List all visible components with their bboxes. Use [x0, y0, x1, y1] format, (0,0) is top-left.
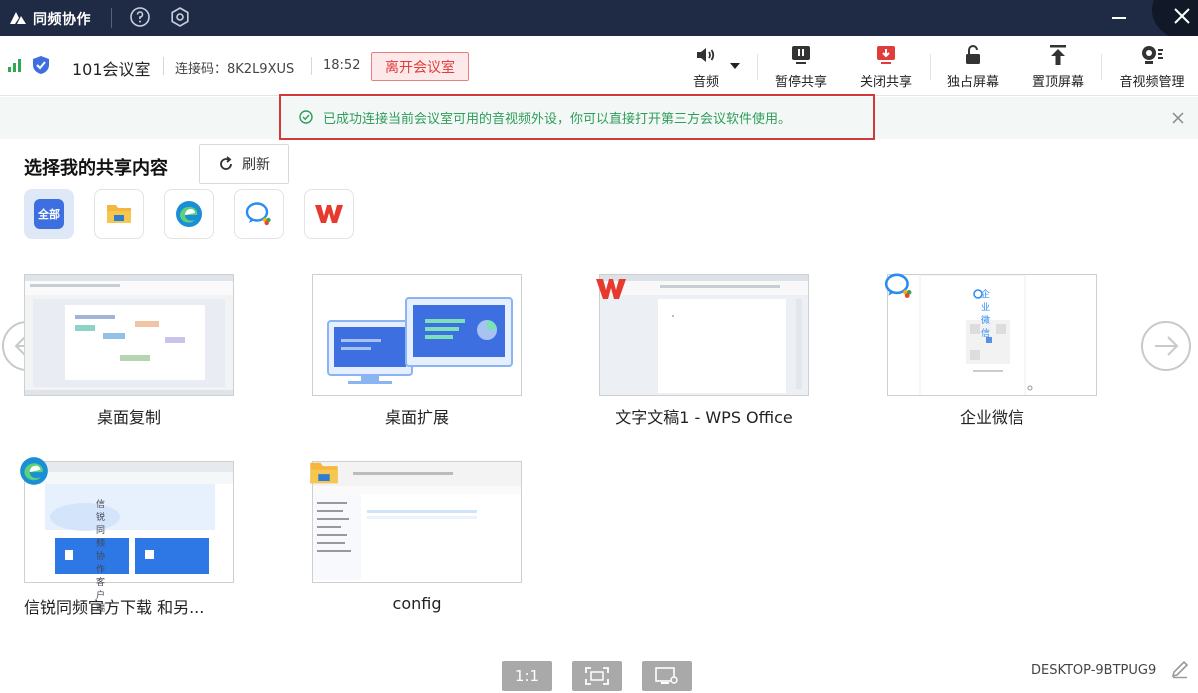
app-logo-icon — [10, 12, 26, 24]
check-circle-icon — [299, 110, 313, 124]
speaker-icon — [697, 48, 715, 62]
wps-icon — [596, 279, 626, 299]
stop-share-label: 关闭共享 — [859, 75, 912, 90]
stop-share-icon — [877, 46, 895, 64]
filter-file-explorer[interactable] — [94, 189, 144, 239]
pause-share-icon — [792, 46, 810, 64]
desktop-thumbnail — [25, 275, 233, 395]
screen-settings-button[interactable] — [642, 661, 692, 691]
divider — [111, 8, 112, 28]
shield-icon — [33, 56, 49, 74]
file-explorer-icon — [310, 462, 338, 484]
explorer-window-thumbnail — [313, 462, 521, 582]
card-caption: 信锐同频官方下载 和另... — [24, 598, 205, 617]
card-thumbnail — [887, 274, 1097, 396]
all-icon: 全部 — [34, 199, 64, 229]
close-icon[interactable] — [1171, 111, 1185, 125]
pin-top-button[interactable]: 置顶屏幕 — [1025, 43, 1091, 91]
audio-label: 音频 — [692, 75, 719, 90]
filter-wecom[interactable] — [234, 189, 284, 239]
chevron-down-icon[interactable] — [730, 63, 740, 69]
pause-share-label: 暂停共享 — [774, 75, 827, 90]
wecom-icon — [245, 202, 271, 226]
av-manage-icon — [1142, 46, 1163, 64]
wps-window-thumbnail — [600, 275, 808, 395]
divider — [757, 54, 758, 80]
close-icon[interactable] — [1170, 4, 1194, 28]
edit-icon[interactable] — [1170, 659, 1190, 679]
wecom-window-thumbnail — [888, 275, 1096, 395]
pin-top-label: 置顶屏幕 — [1031, 75, 1084, 90]
wecom-icon — [884, 273, 912, 298]
edge-icon — [176, 201, 202, 227]
card-thumbnail — [312, 461, 522, 583]
filter-all[interactable]: 全部 — [24, 189, 74, 239]
wecom-logo-text: 企业微信 — [981, 290, 991, 339]
next-page-button[interactable] — [1141, 321, 1191, 371]
stop-share-button[interactable]: 关闭共享 — [853, 43, 919, 91]
edge-icon — [20, 457, 48, 485]
screen-settings-icon — [655, 667, 678, 684]
pause-share-button[interactable]: 暂停共享 — [768, 43, 834, 91]
av-manage-label: 音视频管理 — [1119, 75, 1185, 90]
card-thumbnail — [312, 274, 522, 396]
host-name: DESKTOP-9BTPUG9 — [1031, 663, 1157, 678]
pin-top-icon — [1050, 45, 1066, 65]
notice-message: 已成功连接当前会议室可用的音视频外设，你可以直接打开第三方会议软件使用。 — [279, 94, 875, 140]
card-caption: 桌面复制 — [96, 408, 161, 427]
app-title: 同频协作 — [33, 12, 91, 28]
exclusive-screen-button[interactable]: 独占屏幕 — [940, 43, 1006, 91]
card-thumbnail — [24, 461, 234, 583]
notice-text: 已成功连接当前会议室可用的音视频外设，你可以直接打开第三方会议软件使用。 — [323, 111, 792, 127]
settings-icon[interactable] — [169, 6, 191, 28]
refresh-button[interactable]: 刷新 — [199, 144, 289, 184]
card-caption: 桌面扩展 — [384, 408, 449, 427]
arrow-right-icon — [1155, 336, 1179, 356]
av-manage-button[interactable]: 音视频管理 — [1112, 43, 1192, 91]
section-title: 选择我的共享内容 — [24, 158, 168, 179]
meeting-time: 18:52 — [323, 58, 361, 73]
room-name: 101会议室 — [72, 60, 151, 79]
exclusive-screen-label: 独占屏幕 — [946, 75, 999, 90]
actual-size-button[interactable]: 1:1 — [502, 661, 552, 691]
divider — [930, 54, 931, 80]
edge-window-thumbnail — [25, 462, 233, 582]
filter-wps[interactable] — [304, 189, 354, 239]
refresh-label: 刷新 — [242, 157, 270, 173]
meeting-toolbar: 101会议室 连接码：8K2L9XUS 18:52 离开会议室 音频 暂停共享 … — [0, 36, 1198, 96]
file-explorer-icon — [107, 205, 131, 223]
audio-button[interactable]: 音频 — [688, 43, 724, 91]
lock-icon — [966, 45, 980, 64]
leave-room-button[interactable]: 离开会议室 — [371, 52, 469, 81]
filter-edge[interactable] — [164, 189, 214, 239]
refresh-icon — [220, 156, 232, 170]
signal-icon — [8, 59, 21, 72]
card-caption: 文字文稿1 - WPS Office — [615, 408, 793, 427]
wps-icon — [315, 205, 343, 223]
card-caption: config — [392, 594, 442, 613]
help-icon[interactable] — [129, 6, 151, 28]
extend-desktop-icon — [313, 275, 521, 395]
minimize-button[interactable] — [1112, 17, 1126, 19]
title-bar: 同频协作 — [0, 0, 1198, 40]
fit-screen-button[interactable] — [572, 661, 622, 691]
divider — [163, 57, 164, 75]
divider — [1101, 54, 1102, 80]
card-thumbnail — [599, 274, 809, 396]
card-thumbnail — [24, 274, 234, 396]
connection-code: 连接码：8K2L9XUS — [175, 62, 295, 77]
card-caption: 企业微信 — [959, 408, 1024, 427]
fit-screen-icon — [585, 667, 609, 685]
divider — [311, 57, 312, 75]
